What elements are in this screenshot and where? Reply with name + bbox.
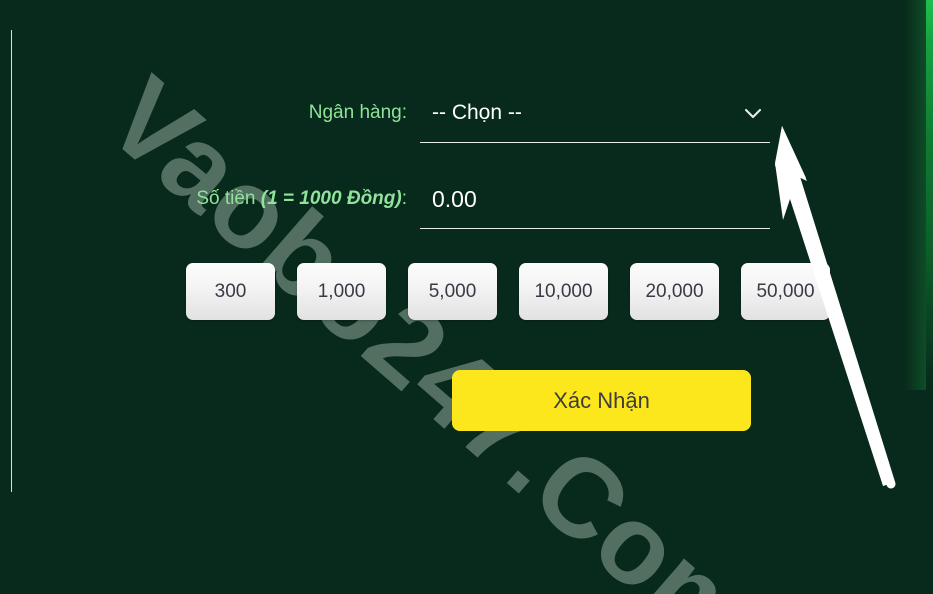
right-edge-accent-strip (926, 0, 933, 390)
amount-input-underline (420, 228, 770, 229)
amount-field-row: Số tiền (1 = 1000 Đồng): 0.00 (0, 182, 770, 229)
confirm-button[interactable]: Xác Nhận (452, 370, 751, 431)
amount-input-wrapper[interactable]: 0.00 (420, 182, 770, 229)
amount-field-label: Số tiền (1 = 1000 Đồng): (0, 182, 420, 216)
quick-amount-button[interactable]: 50,000 (741, 263, 830, 320)
bank-select[interactable]: -- Chọn -- (420, 96, 770, 143)
right-edge-accent-glow (904, 0, 926, 390)
quick-amount-button[interactable]: 20,000 (630, 263, 719, 320)
bank-field-row: Ngân hàng: -- Chọn -- (0, 96, 770, 143)
bank-field-label: Ngân hàng: (308, 102, 407, 123)
amount-field-label-emphasis: (1 = 1000 Đồng) (260, 188, 402, 209)
quick-amount-buttons: 300 1,000 5,000 10,000 20,000 50,000 (186, 263, 830, 320)
deposit-form-screen: Vaobo247.Com Ngân hàng: -- Chọn -- Số ti… (0, 0, 933, 594)
bank-select-underline (420, 142, 770, 143)
quick-amount-button[interactable]: 5,000 (408, 263, 497, 320)
amount-field-label-plain: Số tiền (196, 188, 261, 209)
amount-input[interactable]: 0.00 (420, 182, 770, 216)
quick-amount-button[interactable]: 10,000 (519, 263, 608, 320)
quick-amount-button[interactable]: 1,000 (297, 263, 386, 320)
amount-field-label-suffix: : (401, 188, 407, 209)
chevron-down-icon[interactable] (742, 102, 764, 124)
quick-amount-button[interactable]: 300 (186, 263, 275, 320)
bank-select-value: -- Chọn -- (432, 101, 522, 124)
